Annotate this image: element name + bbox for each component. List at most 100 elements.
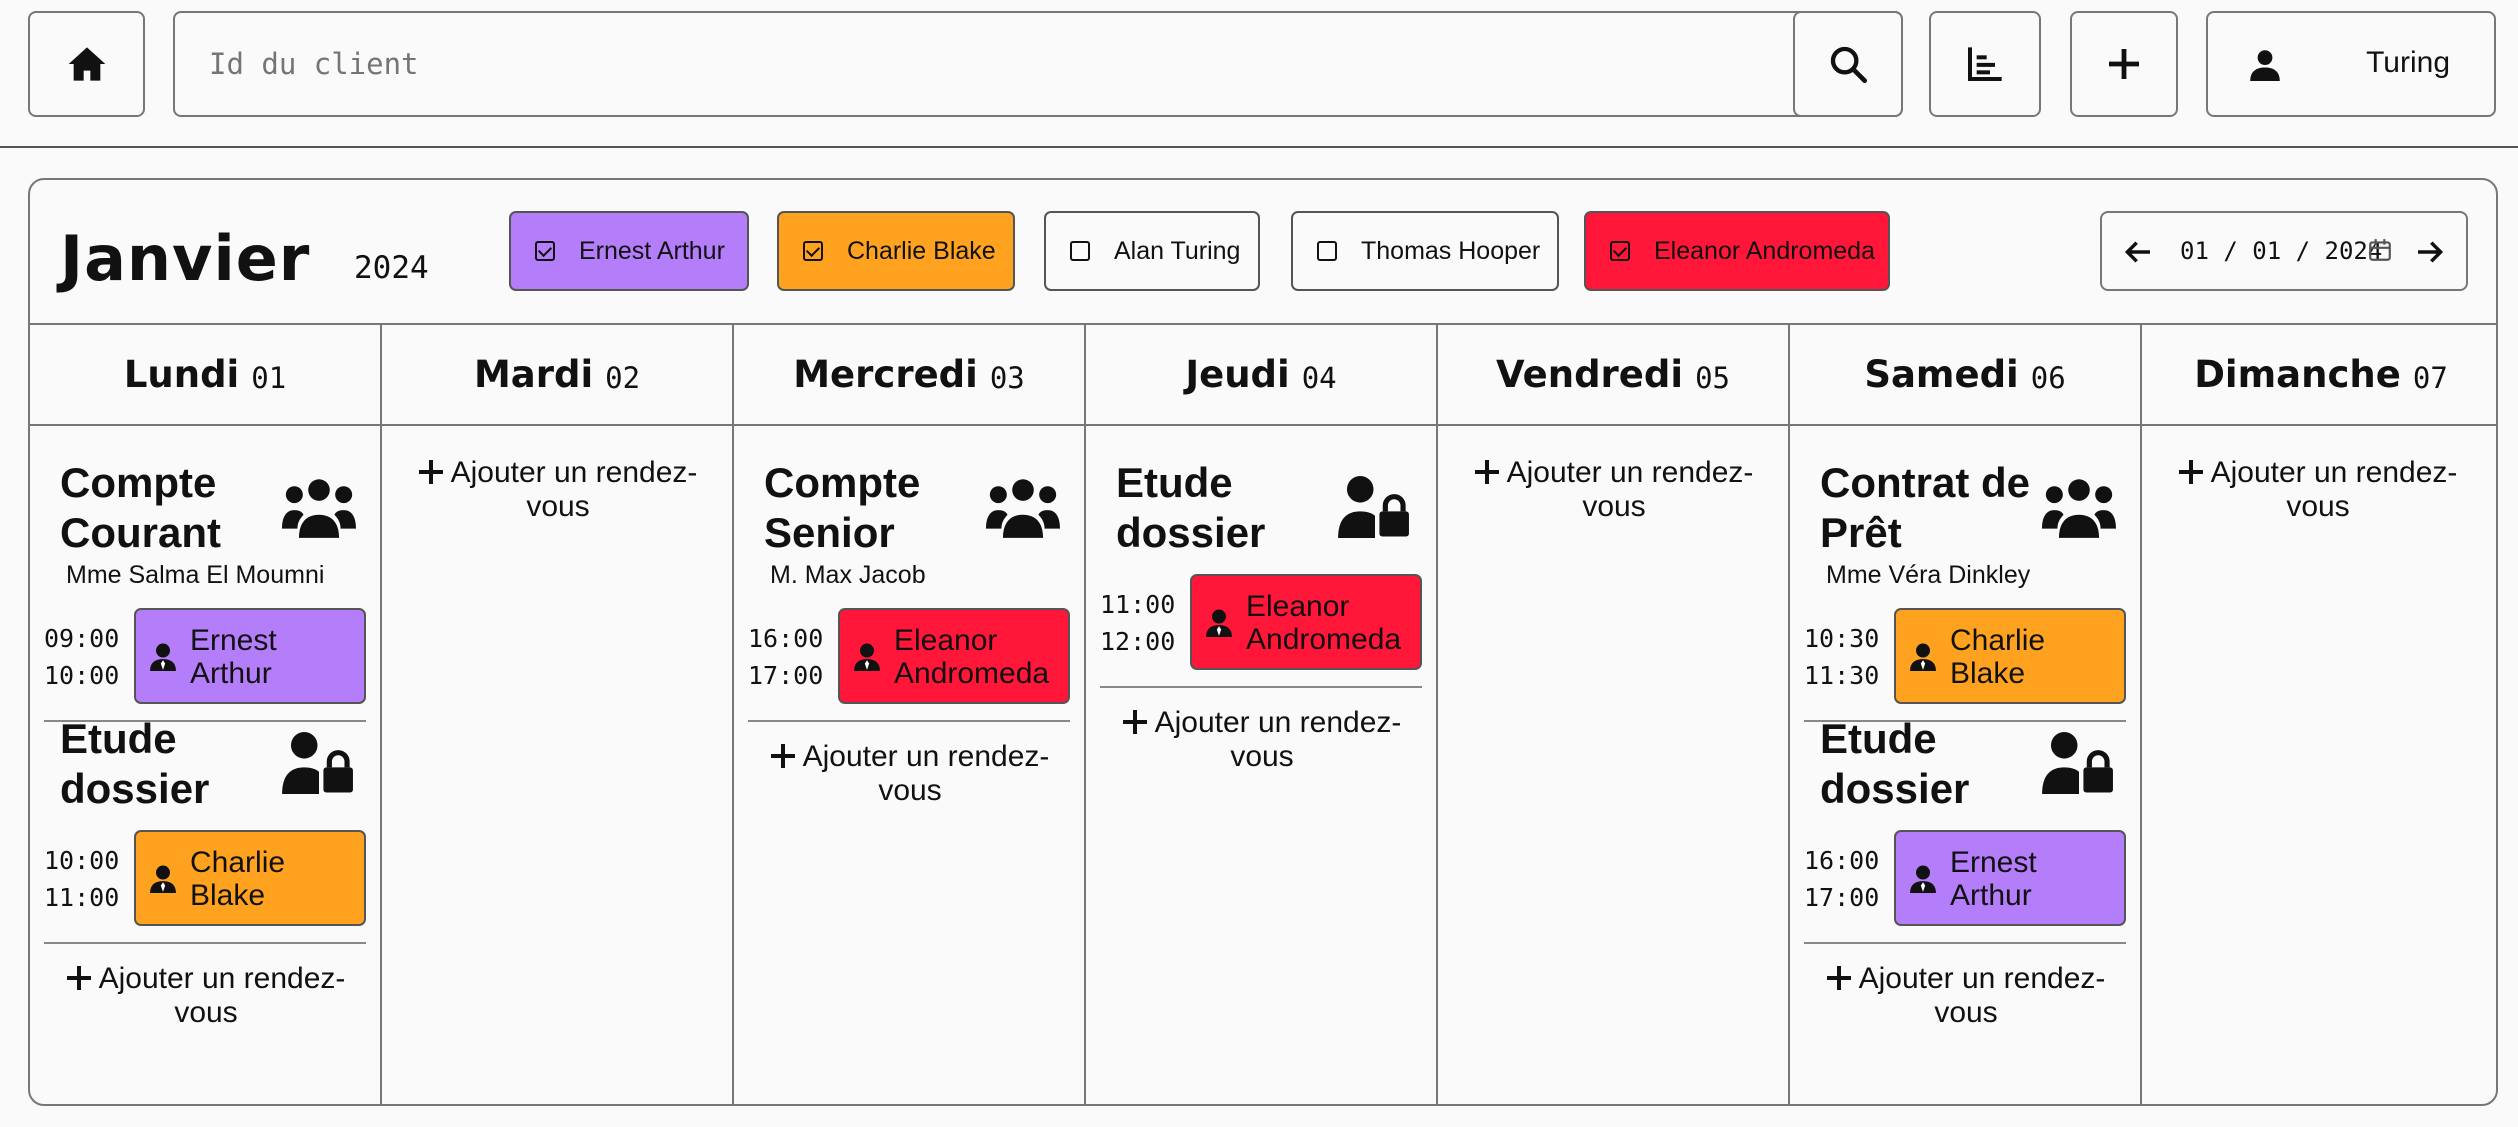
- appointment-title-line: dossier: [1820, 765, 1970, 812]
- arrow-left-icon[interactable]: [2122, 236, 2154, 268]
- calendar-icon[interactable]: [2367, 237, 2393, 263]
- appointment-times: 11:00 12:00: [1100, 586, 1175, 660]
- advisor-filter-label: Charlie Blake: [847, 236, 996, 265]
- appointment-client: M. Max Jacob: [770, 561, 926, 589]
- add-appointment-button[interactable]: [2070, 11, 2178, 117]
- plus-icon: [1826, 966, 1851, 990]
- plus-icon: [2178, 460, 2203, 484]
- advisor-card[interactable]: Eleanor Andromeda: [838, 608, 1070, 704]
- appointment-times: 09:00 10:00: [44, 620, 119, 694]
- appointment-title-line: Senior: [764, 509, 895, 556]
- advisor-filter-chip[interactable]: Eleanor Andromeda: [1584, 211, 1890, 291]
- add-appointment-link[interactable]: Ajouter un rendez-vous: [2142, 456, 2494, 524]
- add-appointment-line: Ajouter un rendez-: [30, 962, 382, 996]
- add-appointment-link[interactable]: Ajouter un rendez-vous: [382, 456, 734, 524]
- appointment-start-time: 10:00: [44, 846, 120, 875]
- day-name: Mardi: [473, 353, 594, 396]
- advisor-card[interactable]: Charlie Blake: [134, 830, 366, 926]
- advisor-last-name: Andromeda: [1246, 623, 1402, 656]
- day-header: Samedi 06: [1790, 325, 2140, 426]
- advisor-filter-chip[interactable]: Charlie Blake: [777, 211, 1015, 291]
- advisor-card[interactable]: Ernest Arthur: [1894, 830, 2126, 926]
- person-icon: [854, 643, 880, 671]
- appointment-title-line: Courant: [60, 509, 221, 556]
- day-header: Mardi 02: [382, 325, 732, 426]
- appointment-start-time: 09:00: [44, 624, 120, 653]
- appointment-start-time: 10:30: [1804, 624, 1880, 653]
- calendar-panel: Janvier 2024 Ernest Arthur Charlie Blake A…: [28, 178, 2498, 1106]
- day-column: Vendredi 05 Ajouter un rendez-vous: [1438, 325, 1790, 1104]
- day-number: 03: [989, 360, 1025, 395]
- advisor-card[interactable]: Ernest Arthur: [134, 608, 366, 704]
- search-button[interactable]: [1793, 11, 1903, 117]
- appointment-times: 16:00 17:00: [748, 620, 823, 694]
- date-navigator: 01 / 01 / 2024: [2100, 211, 2468, 291]
- day-header: Vendredi 05: [1438, 325, 1788, 426]
- advisor-filter-chip[interactable]: Ernest Arthur: [509, 211, 749, 291]
- arrow-right-icon[interactable]: [2414, 236, 2446, 268]
- month-year: 2024: [354, 250, 429, 286]
- day-body: Ajouter un rendez-vous: [382, 428, 734, 1104]
- appointment-title-line: dossier: [1116, 509, 1266, 556]
- add-appointment-link[interactable]: Ajouter un rendez-vous: [1438, 456, 1790, 524]
- group-icon: [2042, 479, 2116, 538]
- search-input[interactable]: [175, 13, 1793, 115]
- day-body: Contrat de Prêt Mme Véra Dinkley 10:30 11:30…: [1790, 428, 2142, 1104]
- add-appointment-label: vous: [1582, 490, 1646, 523]
- advisor-card[interactable]: Charlie Blake: [1894, 608, 2126, 704]
- advisor-card[interactable]: Eleanor Andromeda: [1190, 574, 1422, 670]
- advisor-first-name: Ernest: [1950, 846, 2037, 879]
- date-input[interactable]: 01 / 01 / 2024: [2180, 237, 2382, 265]
- add-appointment-link[interactable]: Ajouter un rendez-vous: [1790, 962, 2142, 1030]
- divider: [1100, 686, 1422, 688]
- add-appointment-label: Ajouter un rendez-: [2210, 456, 2458, 489]
- statistics-button[interactable]: [1929, 11, 2041, 117]
- add-appointment-link[interactable]: Ajouter un rendez-vous: [30, 962, 382, 1030]
- person-icon: [150, 643, 176, 671]
- appointment-title-line: Etude: [1820, 715, 1937, 762]
- add-appointment-link[interactable]: Ajouter un rendez-vous: [1086, 706, 1438, 774]
- appointment-title-line: dossier: [60, 765, 210, 812]
- add-appointment-label: Ajouter un rendez-: [802, 740, 1050, 773]
- add-appointment-line: Ajouter un rendez-: [382, 456, 734, 490]
- search-icon: [1830, 46, 1867, 83]
- advisor-filter-chip[interactable]: Alan Turing: [1044, 211, 1260, 291]
- appointment-start-time: 11:00: [1100, 590, 1176, 619]
- day-column: Mardi 02 Ajouter un rendez-vous: [382, 325, 734, 1104]
- day-column: Jeudi 04 Etude dossier 11:00 12:00 Eleanor Andr…: [1086, 325, 1438, 1104]
- advisor-filter-label: Alan Turing: [1114, 236, 1241, 265]
- day-name: Lundi: [123, 353, 240, 396]
- plus-icon: [2109, 49, 2139, 79]
- advisor-filter-label: Thomas Hooper: [1361, 236, 1541, 265]
- divider: [748, 720, 1070, 722]
- person-icon: [1910, 643, 1936, 671]
- appointment-times: 16:00 17:00: [1804, 842, 1879, 916]
- advisor-filter-label: Ernest Arthur: [579, 236, 725, 265]
- home-icon: [68, 47, 105, 81]
- add-appointment-line: Ajouter un rendez-: [2142, 456, 2494, 490]
- advisor-last-name: Blake: [190, 879, 266, 912]
- add-appointment-link[interactable]: Ajouter un rendez-vous: [734, 740, 1086, 808]
- add-appointment-line: Ajouter un rendez-: [1438, 456, 1790, 490]
- add-appointment-label: vous: [1934, 996, 1998, 1029]
- add-appointment-label: vous: [174, 996, 238, 1029]
- user-menu-button[interactable]: Turing: [2206, 11, 2496, 117]
- add-appointment-label: vous: [2286, 490, 2350, 523]
- user-lock-icon: [282, 732, 353, 794]
- day-number: 06: [2030, 360, 2066, 395]
- day-name: Samedi: [1864, 353, 2019, 396]
- person-icon: [1910, 865, 1936, 893]
- appointment-title: Compte Courant: [60, 458, 290, 558]
- appointment-end-time: 17:00: [1804, 883, 1880, 912]
- add-appointment-label: Ajouter un rendez-: [1858, 962, 2106, 995]
- appointment-end-time: 12:00: [1100, 627, 1176, 656]
- home-button[interactable]: [28, 11, 145, 117]
- appointment-title-line: Etude: [60, 715, 177, 762]
- plus-icon: [1122, 710, 1147, 734]
- day-header: Mercredi 03: [734, 325, 1084, 426]
- advisor-filter-chip[interactable]: Thomas Hooper: [1291, 211, 1559, 291]
- group-icon: [282, 479, 356, 538]
- plus-icon: [1474, 460, 1499, 484]
- add-appointment-label: vous: [878, 774, 942, 807]
- appointment-title-line: Prêt: [1820, 509, 1902, 556]
